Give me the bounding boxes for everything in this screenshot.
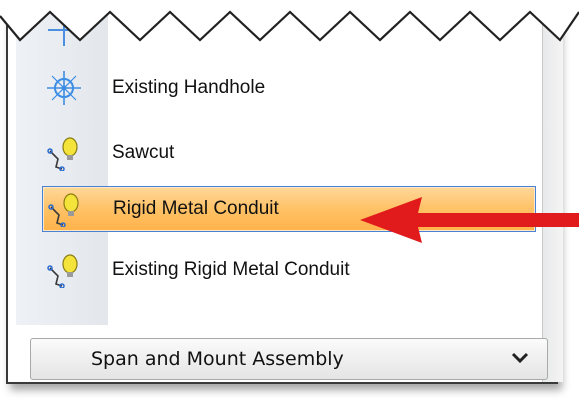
red-arrow-icon: [360, 197, 579, 243]
item-label: Existing Rigid Metal Conduit: [112, 259, 350, 280]
list-item-sawcut[interactable]: Sawcut: [42, 131, 534, 175]
item-label: Existing Handhole: [112, 77, 266, 98]
list-item-existing-rigid-metal-conduit[interactable]: Existing Rigid Metal Conduit: [42, 248, 534, 292]
group-label: Span and Mount Assembly: [91, 348, 344, 370]
chevron-down-icon: [511, 352, 529, 364]
handhole-icon: [47, 71, 81, 105]
item-label: Sawcut: [112, 142, 175, 163]
palette-panel: Existing Handhole Sawcut Rigid Metal Con…: [6, 0, 563, 384]
span-and-mount-assembly-group-button[interactable]: Span and Mount Assembly: [30, 338, 548, 380]
conduit-bulb-icon: [47, 254, 78, 288]
item-label: Rigid Metal Conduit: [113, 198, 279, 219]
conduit-bulb-icon: [48, 193, 79, 227]
scrollbar[interactable]: [542, 0, 563, 382]
torn-edge-divider: [0, 0, 579, 42]
list-item-existing-handhole[interactable]: Existing Handhole: [42, 66, 534, 110]
conduit-bulb-icon: [47, 137, 78, 171]
